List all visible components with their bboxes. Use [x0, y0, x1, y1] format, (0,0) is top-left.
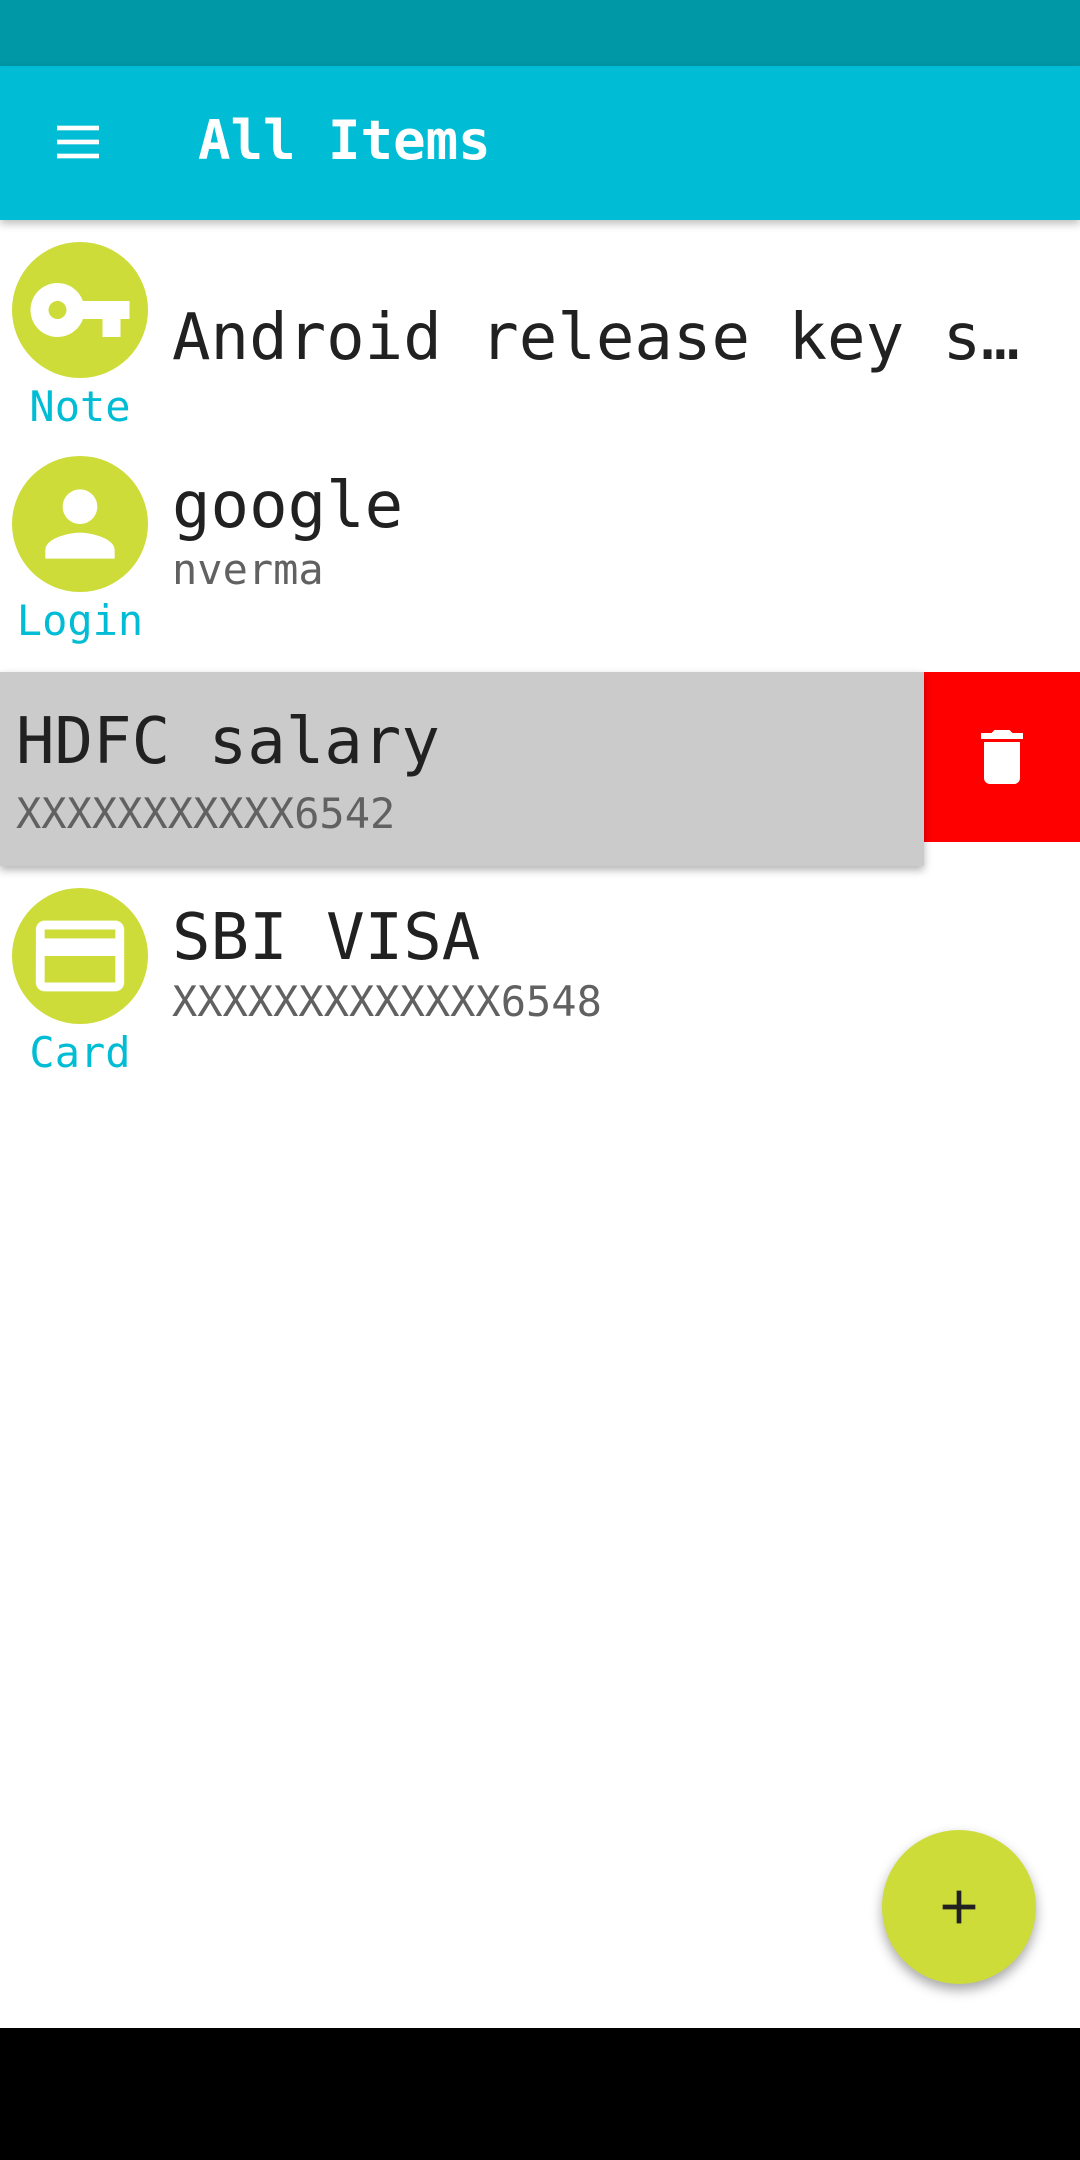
credit-card-icon: [35, 920, 125, 992]
navigation-bar: [0, 2028, 1080, 2160]
person-icon: [45, 489, 115, 559]
item-subtitle: XXXXXXXXXXX6542: [16, 789, 396, 838]
item-type-label: Card: [29, 1028, 131, 1077]
list-item[interactable]: HDFC salary XXXXXXXXXXX6542: [0, 672, 924, 866]
list-item[interactable]: Card SBI VISA XXXXXXXXXXXXX6548: [0, 872, 1080, 1086]
item-subtitle: nverma: [172, 545, 324, 594]
item-type-avatar: [12, 888, 148, 1024]
add-item-button[interactable]: [882, 1830, 1036, 1984]
item-title: SBI VISA: [172, 901, 481, 975]
status-bar: [0, 0, 1080, 66]
item-subtitle: XXXXXXXXXXXXX6548: [172, 977, 602, 1026]
menu-button[interactable]: [28, 102, 128, 182]
item-title: HDFC salary: [16, 705, 440, 779]
delete-action[interactable]: [924, 672, 1080, 842]
item-type-avatar: [12, 456, 148, 592]
swiped-list-item[interactable]: HDFC salary XXXXXXXXXXX6542: [0, 672, 1080, 868]
key-icon: [30, 283, 130, 337]
plus-icon: [942, 1890, 976, 1924]
item-type-label: Note: [29, 382, 131, 431]
item-title: Android release key s…: [172, 301, 1020, 375]
list-item[interactable]: Note Android release key s…: [0, 220, 1080, 434]
page-title: All Items: [198, 109, 491, 172]
list-item[interactable]: Login google nverma: [0, 434, 1080, 648]
trash-icon: [981, 730, 1023, 784]
item-type-avatar: [12, 242, 148, 378]
hamburger-menu-icon: [57, 125, 99, 159]
app-bar: All Items: [0, 66, 1080, 220]
item-type-label: Login: [16, 596, 144, 645]
item-title: google: [172, 469, 404, 543]
